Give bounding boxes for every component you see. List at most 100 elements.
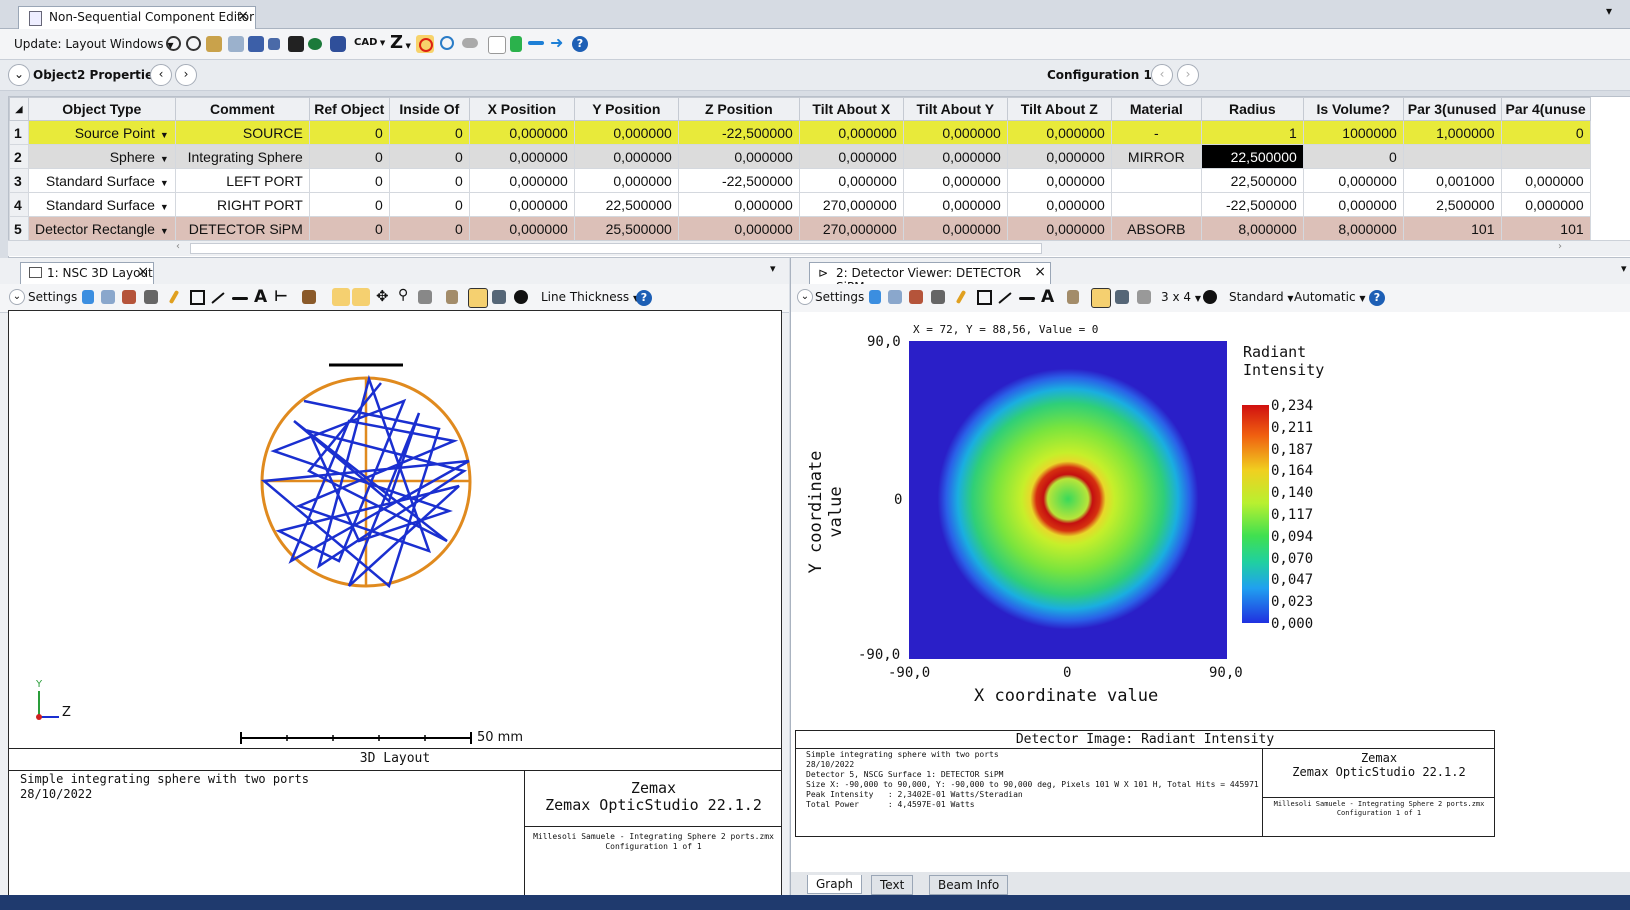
row-number[interactable]: 2 [9, 144, 29, 169]
table-cell[interactable]: 0,000000 [902, 168, 1008, 193]
column-header[interactable]: Tilt About X [798, 97, 904, 121]
table-cell[interactable]: 0 [1302, 144, 1404, 169]
column-header[interactable]: Z Position [677, 97, 800, 121]
z-dropdown[interactable]: Z ▼ [390, 32, 411, 53]
object-type-cell[interactable]: Standard Surface ▼ [27, 192, 176, 217]
line-thickness-dropdown[interactable]: Line Thickness ▼ [541, 290, 639, 304]
table-cell[interactable]: -22,500000 [1200, 192, 1304, 217]
lock-icon[interactable] [1067, 290, 1079, 304]
table-cell[interactable]: 22,500000 [1200, 168, 1304, 193]
table-cell[interactable]: 0,000000 [468, 120, 575, 145]
table-cell[interactable]: 0 [308, 168, 390, 193]
table-cell[interactable]: 0 [388, 168, 470, 193]
column-header[interactable]: X Position [468, 97, 575, 121]
window-icon[interactable] [1115, 290, 1129, 304]
minimize-icon[interactable]: ▾ [1606, 4, 1612, 18]
table-cell[interactable]: 0,000000 [1006, 144, 1112, 169]
copy-icon[interactable] [888, 290, 902, 304]
table-cell[interactable]: 2,500000 [1402, 192, 1502, 217]
table-cell[interactable]: 0,000000 [1500, 168, 1591, 193]
help-icon[interactable]: ? [572, 36, 588, 52]
copy-icon[interactable] [101, 290, 115, 304]
table-cell[interactable]: 0,000000 [677, 216, 800, 241]
table-cell[interactable]: 101 [1402, 216, 1502, 241]
detector-canvas[interactable]: X = 72, Y = 88,56, Value = 0 90,0 0 -90,… [791, 312, 1630, 872]
rectangle-icon[interactable] [977, 290, 992, 305]
table-cell[interactable]: 22,500000 [1200, 144, 1304, 169]
settings-expand-icon[interactable]: ⌄ [797, 289, 813, 305]
table-cell[interactable]: 0,000000 [1006, 216, 1112, 241]
close-icon[interactable]: × [237, 8, 249, 24]
settings-button[interactable]: Settings [28, 290, 77, 304]
table-cell[interactable]: 0 [308, 120, 390, 145]
table-cell[interactable]: 0 [388, 192, 470, 217]
chevron-down-icon[interactable]: ▼ [160, 202, 169, 212]
pencil-icon[interactable] [168, 289, 180, 305]
table-cell[interactable]: 270,000000 [798, 192, 904, 217]
column-header[interactable]: Par 4(unuse [1500, 97, 1591, 121]
column-header[interactable]: Is Volume? [1302, 97, 1404, 121]
help-icon[interactable]: ? [636, 290, 652, 306]
settings-button[interactable]: Settings [815, 290, 864, 304]
table-cell[interactable]: 0,000000 [902, 120, 1008, 145]
corner-header[interactable]: ◢ [9, 97, 29, 121]
undo-icon[interactable] [440, 36, 454, 50]
next-object-button[interactable]: › [175, 64, 197, 86]
tab-graph[interactable]: Graph [807, 875, 862, 894]
chevron-down-icon[interactable]: ▼ [160, 130, 169, 140]
table-cell[interactable]: 25,500000 [573, 216, 679, 241]
clock-icon[interactable] [514, 290, 528, 304]
table-cell[interactable]: 0,000000 [1500, 192, 1591, 217]
close-icon[interactable]: × [137, 264, 149, 280]
tab-beam-info[interactable]: Beam Info [929, 875, 1009, 895]
table-row[interactable]: 5 Detector Rectangle ▼ DETECTOR SiPM 0 0 0,000… [9, 216, 1591, 241]
table-cell[interactable]: 0,000000 [798, 144, 904, 169]
table-row[interactable]: 1 Source Point ▼ SOURCE 0 0 0,000000 0,000000 -2… [9, 120, 1591, 145]
table-cell[interactable]: ABSORB [1110, 216, 1202, 241]
table-cell[interactable]: MIRROR [1110, 144, 1202, 169]
refresh-icon[interactable] [166, 36, 181, 51]
table-cell[interactable]: 0,000000 [902, 144, 1008, 169]
print-icon[interactable] [144, 290, 158, 304]
pencil-icon[interactable] [955, 289, 967, 305]
scroll-left-icon[interactable]: ‹ [176, 241, 180, 252]
table-cell[interactable] [1110, 192, 1202, 217]
row-number[interactable]: 4 [9, 192, 29, 217]
column-header[interactable]: Comment [174, 97, 310, 121]
table-cell[interactable]: LEFT PORT [174, 168, 310, 193]
dimension-icon[interactable]: ⊢ [274, 287, 288, 305]
cad-dropdown[interactable]: CAD ▼ [354, 37, 385, 48]
table-cell[interactable]: 22,500000 [573, 192, 679, 217]
column-header[interactable]: Inside Of [388, 97, 470, 121]
chevron-down-icon[interactable]: ▼ [160, 178, 169, 188]
polygon-icon[interactable] [330, 36, 346, 52]
tab-nsc-3d-layout[interactable]: 1: NSC 3D Layout × [20, 262, 154, 285]
table-cell[interactable]: 8,000000 [1200, 216, 1304, 241]
table-row[interactable]: 4 Standard Surface ▼ RIGHT PORT 0 0 0,000000 22… [9, 192, 1591, 217]
update-dropdown[interactable]: Update: Layout Windows ▼ [14, 37, 173, 51]
table-cell[interactable]: 0 [308, 144, 390, 169]
scroll-right-icon[interactable]: › [1558, 241, 1562, 252]
wizard-icon[interactable] [206, 36, 222, 52]
next-config-button[interactable]: › [1177, 64, 1199, 86]
line-icon[interactable] [232, 297, 248, 300]
save-icon[interactable] [122, 290, 136, 304]
column-header[interactable]: Object Type [27, 97, 176, 121]
cube-icon[interactable] [248, 36, 264, 52]
column-header[interactable]: Tilt About Y [902, 97, 1008, 121]
table-cell[interactable]: 270,000000 [798, 216, 904, 241]
text-icon[interactable]: A [1041, 287, 1054, 307]
help-icon[interactable]: ? [1369, 290, 1385, 306]
layers-icon[interactable] [1137, 290, 1151, 304]
table-cell[interactable]: DETECTOR SiPM [174, 216, 310, 241]
table-cell[interactable]: 0,000000 [468, 216, 575, 241]
table-cell[interactable]: 0,000000 [798, 120, 904, 145]
column-header[interactable]: Y Position [573, 97, 679, 121]
table-cell[interactable]: 1 [1200, 120, 1304, 145]
print-icon[interactable] [931, 290, 945, 304]
arrow-line-icon[interactable] [211, 292, 225, 304]
table-cell[interactable] [1110, 168, 1202, 193]
table-cell[interactable]: 0,000000 [573, 120, 679, 145]
fit-icon[interactable] [468, 288, 488, 308]
properties-label[interactable]: 2 Properties [77, 68, 160, 82]
